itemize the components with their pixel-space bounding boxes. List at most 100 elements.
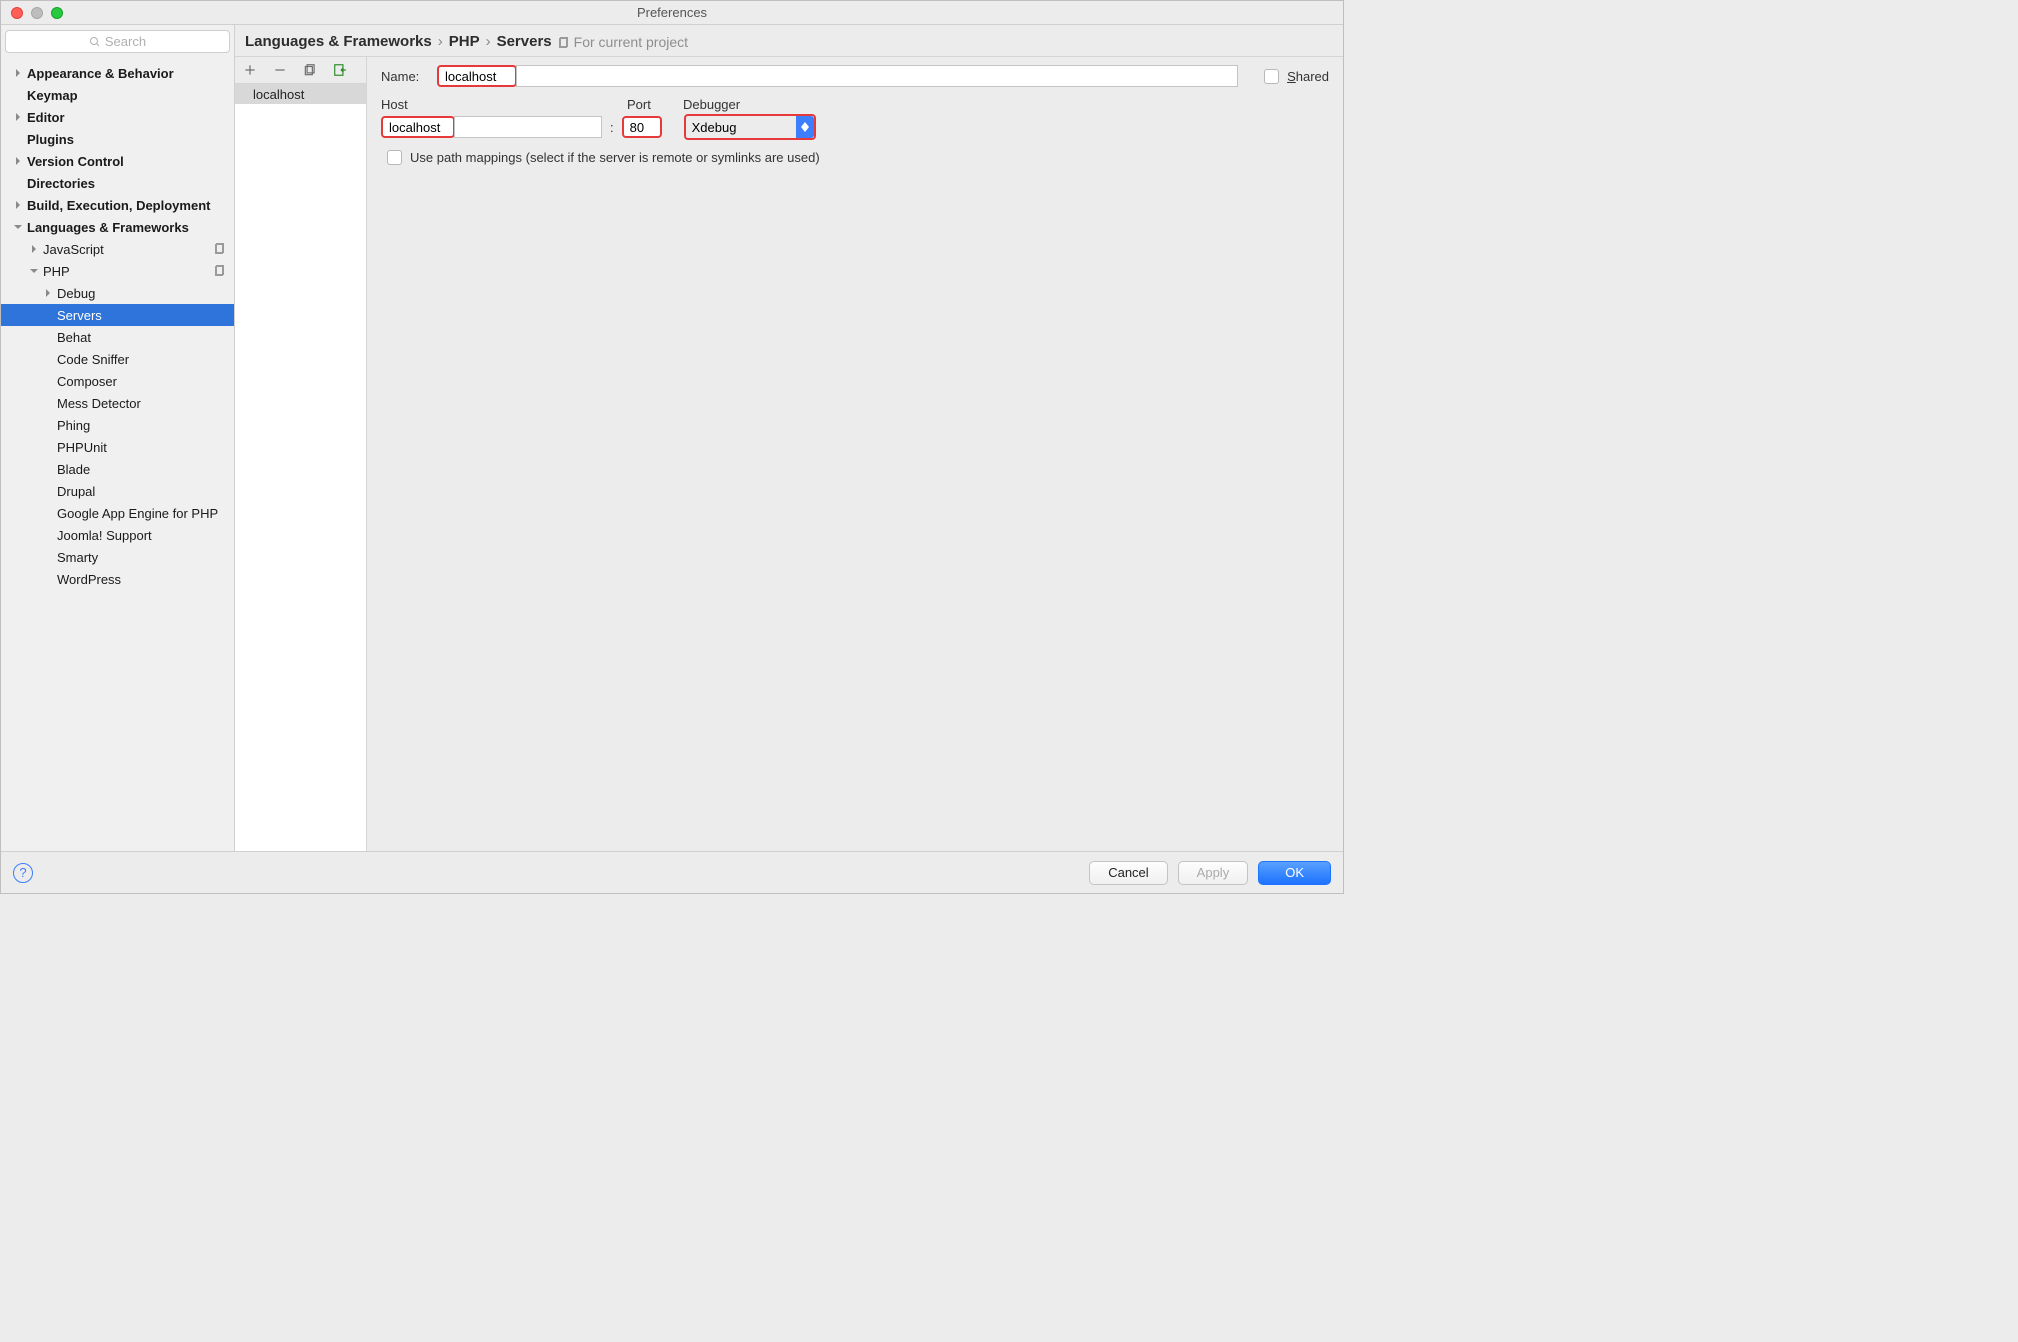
chevron-right-icon [13, 156, 23, 166]
tree-item[interactable]: Code Sniffer [1, 348, 234, 370]
tree-item-label: PHPUnit [57, 440, 107, 455]
tree-item[interactable]: Smarty [1, 546, 234, 568]
dialog-footer: ? Cancel Apply OK [1, 851, 1343, 893]
copy-button[interactable] [301, 61, 319, 79]
host-field[interactable] [381, 116, 455, 138]
tree-item-label: Drupal [57, 484, 95, 499]
breadcrumb-separator: › [486, 33, 491, 50]
tree-item-label: Debug [57, 286, 95, 301]
tree-item-label: Code Sniffer [57, 352, 129, 367]
shared-checkbox[interactable] [1264, 69, 1279, 84]
tree-item[interactable]: Behat [1, 326, 234, 348]
tree-item-label: Composer [57, 374, 117, 389]
tree-item[interactable]: Composer [1, 370, 234, 392]
server-form: Name: Shared Host Port Debugger [367, 57, 1343, 851]
name-field[interactable] [437, 65, 517, 87]
tree-item[interactable]: Drupal [1, 480, 234, 502]
project-scope-icon [214, 242, 226, 257]
search-icon [89, 36, 101, 48]
tree-item[interactable]: Version Control [1, 150, 234, 172]
debugger-label: Debugger [683, 97, 740, 112]
tree-item-label: PHP [43, 264, 70, 279]
help-button[interactable]: ? [13, 863, 33, 883]
tree-item-label: Version Control [27, 154, 124, 169]
chevron-right-icon [43, 288, 53, 298]
tree-item[interactable]: Servers [1, 304, 234, 326]
tree-item[interactable]: Editor [1, 106, 234, 128]
name-label: Name: [381, 69, 437, 84]
tree-item[interactable]: Google App Engine for PHP [1, 502, 234, 524]
tree-item-label: Smarty [57, 550, 98, 565]
tree-item[interactable]: Blade [1, 458, 234, 480]
tree-item[interactable]: Build, Execution, Deployment [1, 194, 234, 216]
host-port-separator: : [610, 120, 614, 135]
tree-item-label: Appearance & Behavior [27, 66, 174, 81]
chevron-right-icon [13, 68, 23, 78]
tree-item[interactable]: PHP [1, 260, 234, 282]
tree-item-label: Google App Engine for PHP [57, 506, 218, 521]
tree-item[interactable]: Keymap [1, 84, 234, 106]
project-scope-icon [558, 36, 570, 48]
tree-item-label: Behat [57, 330, 91, 345]
server-name: localhost [253, 87, 304, 102]
tree-item[interactable]: Joomla! Support [1, 524, 234, 546]
port-label: Port [627, 97, 683, 112]
tree-item[interactable]: Phing [1, 414, 234, 436]
chevron-right-icon [13, 112, 23, 122]
breadcrumb-part[interactable]: PHP [449, 33, 480, 50]
tree-item[interactable]: Debug [1, 282, 234, 304]
server-list-pane: localhost [235, 57, 367, 851]
host-field-extend[interactable] [454, 116, 602, 138]
shared-label: Shared [1287, 69, 1329, 84]
name-field-extend[interactable] [516, 65, 1238, 87]
tree-item-label: Directories [27, 176, 95, 191]
tree-item[interactable]: Appearance & Behavior [1, 62, 234, 84]
settings-tree[interactable]: Appearance & Behavior Keymap Editor Plugins… [1, 58, 234, 851]
tree-item-label: Mess Detector [57, 396, 141, 411]
chevron-right-icon [29, 244, 39, 254]
tree-item-label: Languages & Frameworks [27, 220, 189, 235]
port-field[interactable] [622, 116, 662, 138]
remove-button[interactable] [271, 61, 289, 79]
path-mappings-checkbox[interactable] [387, 150, 402, 165]
tree-item-label: Build, Execution, Deployment [27, 198, 210, 213]
tree-item-label: Servers [57, 308, 102, 323]
debugger-select[interactable] [684, 114, 816, 140]
host-label: Host [381, 97, 627, 112]
tree-item[interactable]: JavaScript [1, 238, 234, 260]
tree-item[interactable]: Plugins [1, 128, 234, 150]
chevron-down-icon [13, 222, 23, 232]
right-pane: Languages & Frameworks › PHP › Servers F… [235, 25, 1343, 851]
import-button[interactable] [331, 61, 349, 79]
tree-item-label: JavaScript [43, 242, 104, 257]
tree-item-label: Phing [57, 418, 90, 433]
add-button[interactable] [241, 61, 259, 79]
breadcrumb-separator: › [438, 33, 443, 50]
tree-item[interactable]: Languages & Frameworks [1, 216, 234, 238]
tree-item-label: Blade [57, 462, 90, 477]
server-list-item[interactable]: localhost [235, 84, 366, 104]
chevron-down-icon [29, 266, 39, 276]
tree-item[interactable]: PHPUnit [1, 436, 234, 458]
apply-button[interactable]: Apply [1178, 861, 1249, 885]
breadcrumb: Languages & Frameworks › PHP › Servers F… [235, 25, 1343, 57]
tree-item-label: Plugins [27, 132, 74, 147]
titlebar: Preferences [1, 1, 1343, 25]
search-input[interactable]: Search [5, 30, 230, 53]
search-placeholder: Search [105, 34, 146, 49]
cancel-button[interactable]: Cancel [1089, 861, 1167, 885]
tree-item[interactable]: Mess Detector [1, 392, 234, 414]
tree-item[interactable]: WordPress [1, 568, 234, 590]
window-title: Preferences [1, 5, 1343, 20]
breadcrumb-part[interactable]: Languages & Frameworks [245, 33, 432, 50]
tree-item-label: Keymap [27, 88, 78, 103]
breadcrumb-part[interactable]: Servers [497, 33, 552, 50]
tree-item[interactable]: Directories [1, 172, 234, 194]
chevron-right-icon [13, 200, 23, 210]
project-scope-label: For current project [558, 34, 688, 50]
server-list[interactable]: localhost [235, 83, 366, 851]
tree-item-label: WordPress [57, 572, 121, 587]
preferences-window: Preferences Search Appearance & Behavior… [0, 0, 1344, 894]
project-scope-icon [214, 264, 226, 279]
ok-button[interactable]: OK [1258, 861, 1331, 885]
